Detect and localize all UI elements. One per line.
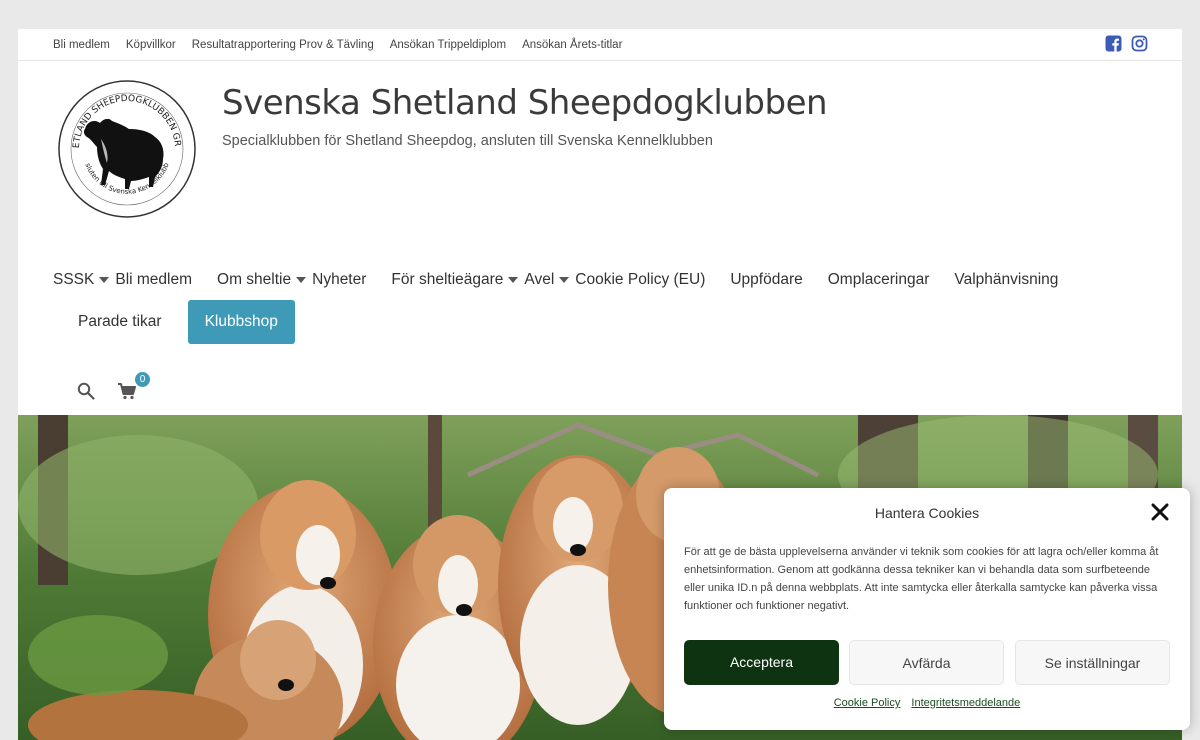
cookie-policy-link[interactable]: Cookie Policy: [834, 697, 901, 709]
accept-button[interactable]: Acceptera: [684, 640, 839, 685]
topbar-link-arets-titlar[interactable]: Ansökan Årets-titlar: [522, 39, 622, 51]
header-tools: 0: [77, 372, 150, 401]
nav-item-parade-tikar[interactable]: Parade tikar: [78, 313, 162, 331]
cookie-title: Hantera Cookies: [874, 505, 980, 521]
nav-item-avel[interactable]: Avel: [524, 271, 570, 289]
nav-item-omplaceringar[interactable]: Omplaceringar: [828, 271, 930, 289]
site-tagline: Specialklubben för Shetland Sheepdog, an…: [222, 133, 713, 149]
deny-button[interactable]: Avfärda: [849, 640, 1004, 685]
topbar-link-resultatrapportering[interactable]: Resultatrapportering Prov & Tävling: [192, 39, 374, 51]
cookie-dialog: Hantera Cookies För att ge de bästa uppl…: [664, 488, 1190, 730]
nav-item-nyheter[interactable]: Nyheter: [312, 271, 366, 289]
facebook-icon[interactable]: [1105, 35, 1122, 52]
nav-item-for-sheltieagare[interactable]: För sheltieägare: [391, 271, 519, 289]
cookie-links: Cookie Policy Integritetsmeddelande: [664, 697, 1190, 709]
nav-item-label: Nyheter: [312, 271, 367, 288]
search-icon[interactable]: [77, 382, 95, 400]
nav-item-label: SSSK: [53, 271, 95, 288]
close-icon[interactable]: [1150, 502, 1170, 522]
main-nav: SSSK Bli medlem Om sheltie Nyheter För s…: [53, 265, 1153, 344]
cart-button[interactable]: 0: [117, 372, 150, 401]
nav-item-uppfodare[interactable]: Uppfödare: [730, 271, 802, 289]
top-bar: Bli medlem Köpvillkor Resultatrapporteri…: [18, 29, 1182, 61]
cart-count-badge: 0: [135, 372, 150, 387]
cart-icon: [118, 383, 136, 400]
privacy-notice-link[interactable]: Integritetsmeddelande: [911, 697, 1020, 709]
instagram-icon[interactable]: [1131, 35, 1148, 52]
social-links: [1105, 35, 1148, 52]
preferences-button[interactable]: Se inställningar: [1015, 640, 1170, 685]
nav-item-cookie-policy[interactable]: Cookie Policy (EU): [575, 271, 705, 289]
nav-item-label: Om sheltie: [217, 271, 292, 288]
topbar-link-kopvillkor[interactable]: Köpvillkor: [126, 39, 176, 51]
nav-item-label: Uppfödare: [730, 271, 803, 288]
caret-down-icon[interactable]: [508, 277, 519, 283]
caret-down-icon[interactable]: [559, 277, 570, 283]
topbar-link-trippeldiplom[interactable]: Ansökan Trippeldiplom: [390, 39, 506, 51]
nav-item-label: Valphänvisning: [954, 271, 1059, 288]
nav-item-bli-medlem[interactable]: Bli medlem: [115, 271, 192, 289]
nav-item-label: Cookie Policy (EU): [575, 271, 706, 288]
nav-item-label: Bli medlem: [115, 271, 193, 288]
caret-down-icon[interactable]: [296, 277, 307, 283]
topbar-link-bli-medlem[interactable]: Bli medlem: [53, 39, 110, 51]
nav-row-2: Parade tikar Klubbshop: [78, 300, 295, 344]
nav-item-valphanvisning[interactable]: Valphänvisning: [954, 271, 1058, 289]
club-logo[interactable]: SVENSKA SHETLAND SHEEPDOGKLUBBEN GRUNDAD…: [57, 79, 197, 219]
nav-item-label: Avel: [524, 271, 555, 288]
nav-item-sssk[interactable]: SSSK: [53, 271, 110, 289]
cookie-description: För att ge de bästa upplevelserna använd…: [684, 546, 1159, 612]
site-title[interactable]: Svenska Shetland Sheepdogklubben: [222, 83, 828, 123]
nav-item-om-sheltie[interactable]: Om sheltie: [217, 271, 307, 289]
nav-row: SSSK Bli medlem Om sheltie Nyheter För s…: [53, 265, 1153, 295]
nav-item-label: För sheltieägare: [391, 271, 504, 288]
nav-item-label: Omplaceringar: [827, 271, 930, 288]
klubbshop-button[interactable]: Klubbshop: [187, 300, 295, 344]
caret-down-icon[interactable]: [99, 277, 110, 283]
